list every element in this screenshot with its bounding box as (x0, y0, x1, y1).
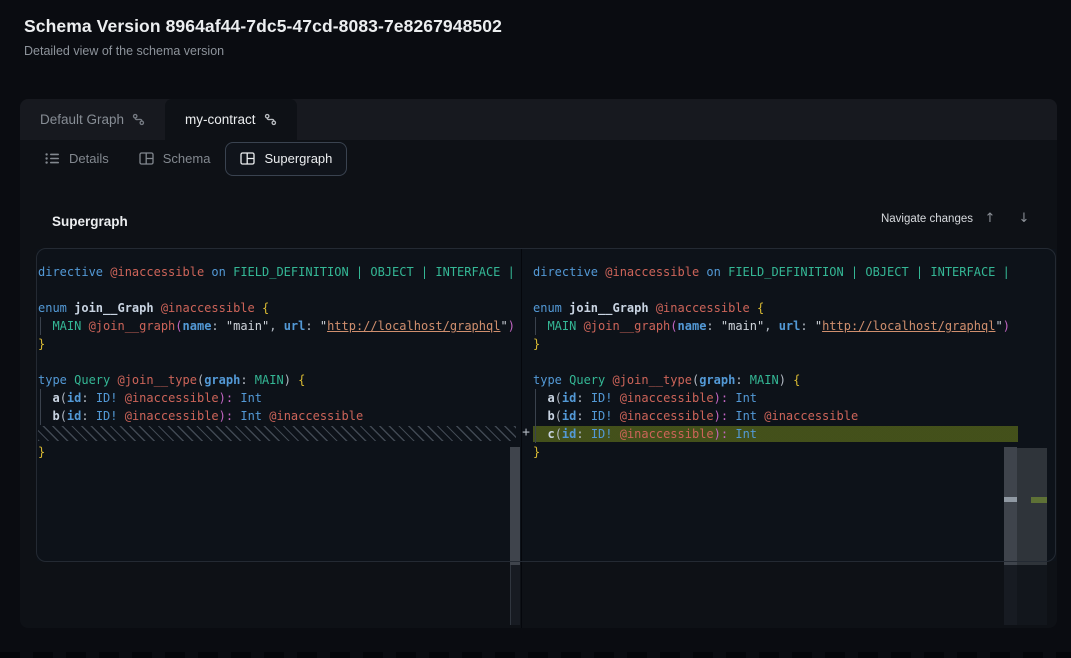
minimap-added-marker (1031, 497, 1047, 503)
tab-label: Supergraph (264, 151, 332, 166)
variant-tab-my-contract[interactable]: my-contract (165, 99, 297, 140)
view-tab-bar: Details Schema Supergraph (20, 140, 1057, 177)
code-line: directive @inaccessible on FIELD_DEFINIT… (38, 263, 516, 281)
tab-label: Schema (163, 151, 211, 166)
page-title: Schema Version 8964af44-7dc5-47cd-8083-7… (24, 16, 502, 37)
variant-fork-icon (132, 113, 145, 126)
code-line: b(id: ID! @inaccessible): Int @inaccessi… (38, 407, 516, 425)
supergraph-heading: Supergraph (52, 214, 128, 229)
code-line: MAIN @join__graph(name: "main", url: "ht… (533, 317, 1018, 335)
code-line: enum join__Graph @inaccessible { (533, 299, 1018, 317)
code-line: a(id: ID! @inaccessible): Int (38, 389, 516, 407)
code-line: MAIN @join__graph(name: "main", url: "ht… (38, 317, 516, 335)
minimap-track (1017, 565, 1047, 625)
page-subtitle: Detailed view of the schema version (24, 44, 224, 58)
left-pane-scrollbar[interactable] (510, 447, 520, 565)
scrollbar-change-marker (1004, 497, 1017, 502)
code-line: type Query @join__type(graph: MAIN) { (533, 371, 1018, 389)
code-line: directive @inaccessible on FIELD_DEFINIT… (533, 263, 1018, 281)
columns-icon (139, 152, 154, 165)
code-line: } (533, 443, 1018, 461)
tab-schema[interactable]: Schema (124, 142, 226, 176)
diff-left-pane[interactable]: directive @inaccessible on FIELD_DEFINIT… (38, 263, 516, 461)
left-pane-scrollbar-track[interactable] (510, 565, 520, 625)
code-line: enum join__Graph @inaccessible { (38, 299, 516, 317)
variant-tab-label: Default Graph (40, 112, 124, 127)
tab-details[interactable]: Details (30, 142, 124, 176)
right-pane-scrollbar[interactable] (1004, 447, 1017, 565)
tab-label: Details (69, 151, 109, 166)
minimap[interactable] (1017, 448, 1047, 565)
added-line-marker: + (519, 425, 533, 441)
navigate-changes: Navigate changes ↑ ↓ (881, 211, 1041, 226)
variant-fork-icon (264, 113, 277, 126)
variant-tab-label: my-contract (185, 112, 256, 127)
arrow-up-icon: ↑ (985, 211, 996, 226)
schema-version-page: Schema Version 8964af44-7dc5-47cd-8083-7… (0, 0, 1071, 658)
added-code-line: c(id: ID! @inaccessible): Int (533, 425, 1018, 443)
columns-icon (240, 152, 255, 165)
previous-change-button[interactable]: ↑ (973, 211, 1007, 226)
code-line: } (38, 335, 516, 353)
code-line (533, 353, 1018, 371)
schema-version-card: Default Graph my-contract (20, 99, 1057, 628)
code-line (38, 281, 516, 299)
variant-tab-bar: Default Graph my-contract (20, 99, 1057, 140)
variant-tab-default-graph[interactable]: Default Graph (20, 99, 165, 140)
list-icon (45, 152, 60, 165)
code-line (533, 281, 1018, 299)
navigate-changes-label: Navigate changes (881, 213, 973, 225)
diff-right-pane[interactable]: directive @inaccessible on FIELD_DEFINIT… (522, 263, 1018, 461)
code-line: b(id: ID! @inaccessible): Int @inaccessi… (533, 407, 1018, 425)
code-line: } (533, 335, 1018, 353)
diff-placeholder-line (38, 425, 516, 443)
code-line: type Query @join__type(graph: MAIN) { (38, 371, 516, 389)
code-line (38, 353, 516, 371)
right-pane-scrollbar-track[interactable] (1004, 565, 1017, 625)
tab-supergraph[interactable]: Supergraph (225, 142, 347, 176)
next-change-button[interactable]: ↓ (1007, 211, 1041, 226)
arrow-down-icon: ↓ (1019, 211, 1030, 226)
bottom-dashed-edge (0, 652, 1071, 658)
code-line: a(id: ID! @inaccessible): Int (533, 389, 1018, 407)
code-line: } (38, 443, 516, 461)
